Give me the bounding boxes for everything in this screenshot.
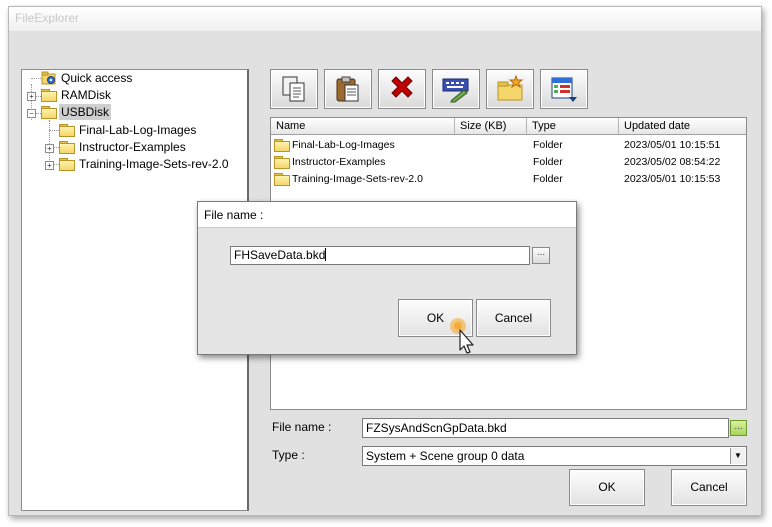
column-header-name[interactable]: Name [271, 118, 455, 134]
file-type: Folder [533, 139, 563, 151]
tree-item-label: USBDisk [59, 104, 112, 120]
file-name-input[interactable]: FZSysAndScnGpData.bkd [362, 418, 729, 438]
tree-item-ramdisk[interactable]: + RAMDisk [22, 87, 242, 103]
dialog-title-bar: File name : [198, 202, 576, 228]
folder-icon [274, 156, 290, 169]
file-name-dialog: File name : FHSaveData.bkd ... OK Cancel [197, 201, 577, 355]
rename-button[interactable] [432, 69, 480, 109]
file-type: Folder [533, 156, 563, 168]
column-header-updated-date[interactable]: Updated date [619, 118, 746, 134]
tree-item-label: Quick access [61, 71, 133, 85]
type-select[interactable]: System + Scene group 0 data ▼ [362, 446, 747, 466]
type-label: Type : [272, 448, 305, 462]
delete-button[interactable] [378, 69, 426, 109]
view-options-button[interactable] [540, 69, 588, 109]
delete-icon [391, 76, 413, 98]
tree-item-usbdisk[interactable]: − USBDisk [22, 104, 242, 120]
tree-item-final-lab-log-images[interactable]: Final-Lab-Log-Images [22, 122, 242, 138]
ok-button[interactable]: OK [569, 469, 645, 506]
tree-item-label: Training-Image-Sets-rev-2.0 [79, 157, 229, 171]
text-cursor [325, 248, 327, 261]
cancel-button[interactable]: Cancel [671, 469, 747, 506]
dialog-title: File name : [204, 208, 264, 222]
file-date: 2023/05/01 10:15:53 [624, 173, 721, 185]
file-list-header: Name Size (KB) Type Updated date [271, 118, 746, 135]
file-type: Folder [533, 173, 563, 185]
folder-icon [59, 124, 75, 137]
tree-item-instructor-examples[interactable]: + Instructor-Examples [22, 139, 242, 155]
folder-icon [59, 141, 75, 154]
window-title: FileExplorer [15, 11, 80, 25]
tree-item-label: RAMDisk [61, 88, 111, 102]
folder-icon [274, 139, 290, 152]
file-row[interactable]: Training-Image-Sets-rev-2.0 Folder 2023/… [271, 171, 746, 188]
copy-icon [282, 76, 305, 102]
copy-button[interactable] [270, 69, 318, 109]
new-folder-button[interactable] [486, 69, 534, 109]
expand-plus-icon[interactable]: + [45, 144, 54, 153]
tree-item-label: Instructor-Examples [79, 140, 186, 154]
dialog-browse-button[interactable]: ... [532, 247, 550, 264]
tree-item-quick-access[interactable]: Quick access [22, 70, 242, 86]
file-date: 2023/05/02 08:54:22 [624, 156, 721, 168]
file-name: Final-Lab-Log-Images [292, 139, 395, 151]
folder-icon [41, 106, 57, 119]
folder-icon [274, 173, 290, 186]
paste-button[interactable] [324, 69, 372, 109]
file-name: Instructor-Examples [292, 156, 386, 168]
tree-item-training-image-sets[interactable]: + Training-Image-Sets-rev-2.0 [22, 156, 242, 172]
dialog-file-name-value: FHSaveData.bkd [234, 248, 326, 262]
new-folder-icon [497, 75, 524, 101]
file-date: 2023/05/01 10:15:51 [624, 139, 721, 151]
expand-plus-icon[interactable]: + [27, 92, 36, 101]
type-select-value: System + Scene group 0 data [366, 449, 525, 463]
collapse-minus-icon[interactable]: − [27, 109, 36, 118]
file-name: Training-Image-Sets-rev-2.0 [292, 173, 423, 185]
column-header-size[interactable]: Size (KB) [455, 118, 527, 134]
column-header-type[interactable]: Type [527, 118, 619, 134]
mouse-cursor-icon [448, 316, 480, 356]
folder-icon [41, 89, 57, 102]
folder-icon [59, 158, 75, 171]
tree-item-label: Final-Lab-Log-Images [79, 123, 197, 137]
file-row[interactable]: Instructor-Examples Folder 2023/05/02 08… [271, 154, 746, 171]
rename-icon [442, 78, 469, 103]
quick-access-icon [41, 71, 57, 85]
browse-button[interactable]: ... [730, 420, 747, 436]
paste-icon [336, 76, 359, 102]
title-bar: FileExplorer [9, 7, 761, 31]
file-row[interactable]: Final-Lab-Log-Images Folder 2023/05/01 1… [271, 137, 746, 154]
file-name-label: File name : [272, 420, 332, 434]
chevron-down-icon[interactable]: ▼ [730, 448, 745, 464]
expand-plus-icon[interactable]: + [45, 161, 54, 170]
view-options-icon [551, 77, 577, 102]
dialog-cancel-button[interactable]: Cancel [476, 299, 551, 337]
dialog-file-name-input[interactable]: FHSaveData.bkd [230, 246, 530, 265]
